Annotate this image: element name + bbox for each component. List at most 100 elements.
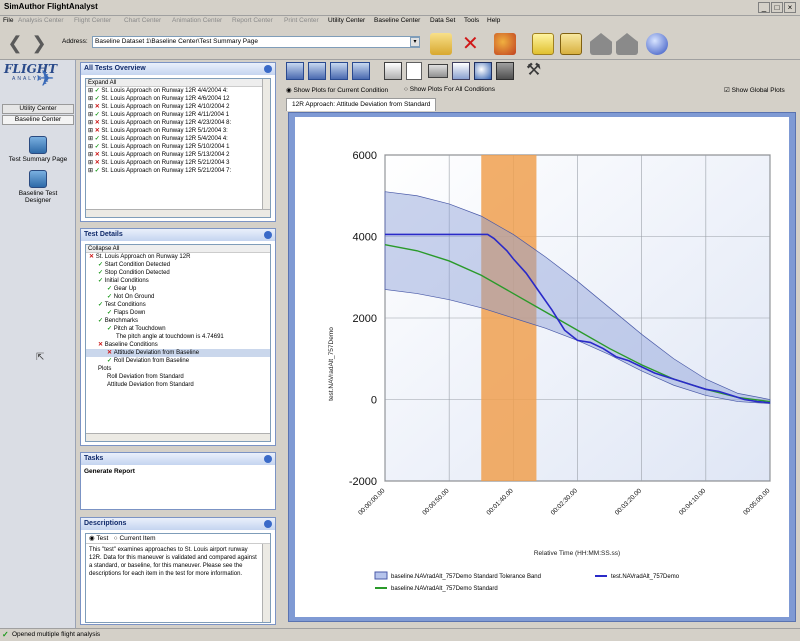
expand-icon[interactable]: ⊞ (88, 96, 95, 102)
menu-data-set[interactable]: Data Set (430, 17, 455, 24)
nav-tab-utility-center[interactable]: Utility Center (2, 104, 74, 114)
tab-attitude-deviation[interactable]: 12R Approach: Attitude Deviation from St… (286, 98, 437, 111)
altitude-chart[interactable]: 6000 4000 2000 0 -2000 00:00:00.00 00:00:50.0… (295, 117, 789, 617)
menu-file[interactable]: File (3, 17, 13, 24)
checkbox-global-plots[interactable]: ☑ Show Global Plots (724, 86, 785, 94)
zoom-in-icon[interactable] (286, 62, 304, 80)
test-list-item[interactable]: ⊞ ✓ St. Louis Approach on Runway 12R 4/4… (86, 87, 270, 95)
detail-tree-item[interactable]: ✕ St. Louis Approach on Runway 12R (86, 253, 270, 261)
close-button[interactable]: × (784, 2, 796, 13)
print-icon[interactable] (428, 64, 448, 78)
detail-tree-item[interactable]: ✓ Pitch at Touchdown (86, 325, 270, 333)
save-disk-icon[interactable] (384, 62, 402, 80)
forward-arrow-icon[interactable]: ❯ (30, 33, 48, 53)
expand-icon[interactable]: ⊞ (88, 152, 95, 158)
detail-tree-item[interactable]: ✓ Test Conditions (86, 301, 270, 309)
menu-utility-center[interactable]: Utility Center (328, 17, 365, 24)
test-list-item[interactable]: ⊞ ✕ St. Louis Approach on Runway 12R 5/1… (86, 127, 270, 135)
radio-plots-current[interactable]: ◉ Show Plots for Current Condition (286, 86, 388, 94)
menu-help[interactable]: Help (487, 17, 500, 24)
expand-icon[interactable]: ⊞ (88, 88, 95, 94)
detail-tree-item[interactable]: ✓ Flaps Down (86, 309, 270, 317)
menu-animation-center[interactable]: Animation Center (172, 17, 222, 24)
nav-tab-baseline-center[interactable]: Baseline Center (2, 115, 74, 125)
all-tests-hscroll[interactable] (86, 209, 270, 217)
detail-tree-item[interactable]: ✓ Roll Deviation from Baseline (86, 357, 270, 365)
detail-tree-item[interactable]: Roll Deviation from Standard (86, 373, 270, 381)
menu-flight-center[interactable]: Flight Center (74, 17, 111, 24)
collapse-all-button[interactable]: Collapse All (86, 245, 270, 253)
home-alt-icon[interactable] (616, 33, 638, 55)
test-list-item[interactable]: ⊞ ✓ St. Louis Approach on Runway 12R 5/1… (86, 143, 270, 151)
expand-icon[interactable]: ⊞ (88, 104, 95, 110)
expand-icon[interactable]: ⊞ (88, 168, 95, 174)
search-icon[interactable] (474, 62, 492, 80)
menu-baseline-center[interactable]: Baseline Center (374, 17, 420, 24)
detail-tree-item[interactable]: ✓ Stop Condition Detected (86, 269, 270, 277)
menu-analysis-center[interactable]: Analysis Center (18, 17, 64, 24)
menu-report-center[interactable]: Report Center (232, 17, 273, 24)
expand-icon[interactable]: ⊞ (88, 128, 95, 134)
back-arrow-icon[interactable]: ❮ (6, 33, 24, 53)
zoom-out-icon[interactable] (308, 62, 326, 80)
test-details-hscroll[interactable] (86, 433, 270, 441)
analysis-icon[interactable] (496, 62, 514, 80)
home-icon[interactable] (590, 33, 612, 55)
detail-tree-item[interactable]: ✓ Gear Up (86, 285, 270, 293)
expand-icon[interactable]: ⊞ (88, 160, 95, 166)
collapse-icon[interactable] (264, 455, 272, 463)
notes-icon[interactable] (532, 33, 554, 55)
nav-item-test-summary[interactable]: Test Summary Page (2, 136, 74, 163)
detail-tree-item[interactable]: The pitch angle at touchdown is 4.74691 (86, 333, 270, 341)
detail-tree-item[interactable]: Plots (86, 365, 270, 373)
address-input[interactable]: Baseline Dataset 1\Baseline Center\Test … (92, 36, 420, 48)
users-icon[interactable] (494, 33, 516, 55)
test-list-item[interactable]: ⊞ ✓ St. Louis Approach on Runway 12R 5/4… (86, 135, 270, 143)
detail-tree-item[interactable]: ✓ Start Condition Detected (86, 261, 270, 269)
test-list-item[interactable]: ⊞ ✕ St. Louis Approach on Runway 12R 4/1… (86, 103, 270, 111)
menu-chart-center[interactable]: Chart Center (124, 17, 161, 24)
descriptions-vscroll[interactable] (262, 544, 270, 622)
radio-test[interactable]: ◉ Test (89, 535, 108, 542)
maximize-button[interactable]: □ (771, 2, 783, 13)
tools-icon[interactable]: ⚒ (526, 60, 541, 80)
zoom-fit-icon[interactable] (352, 62, 370, 80)
check-icon: ✓ (98, 302, 105, 308)
delete-x-icon[interactable]: ✕ (462, 34, 479, 54)
task-generate-report[interactable]: Generate Report (81, 465, 275, 478)
expand-icon[interactable]: ⊞ (88, 120, 95, 126)
presentation-icon[interactable] (560, 33, 582, 55)
properties-icon[interactable] (452, 62, 470, 80)
test-list-item[interactable]: ⊞ ✕ St. Louis Approach on Runway 12R 5/2… (86, 159, 270, 167)
detail-tree-item[interactable]: ✓ Benchmarks (86, 317, 270, 325)
test-list-item[interactable]: ⊞ ✓ St. Louis Approach on Runway 12R 5/2… (86, 167, 270, 175)
detail-tree-item[interactable]: ✓ Not On Ground (86, 293, 270, 301)
collapse-icon[interactable] (264, 231, 272, 239)
detail-tree-item[interactable]: ✕ Attitude Deviation from Baseline (86, 349, 270, 357)
globe-icon[interactable] (646, 33, 668, 55)
detail-tree-item[interactable]: ✓ Initial Conditions (86, 277, 270, 285)
menu-tools[interactable]: Tools (464, 17, 479, 24)
test-list-item[interactable]: ⊞ ✕ St. Louis Approach on Runway 12R 4/2… (86, 119, 270, 127)
expand-all-button[interactable]: Expand All (86, 79, 270, 87)
collapse-icon[interactable] (264, 520, 272, 528)
expand-icon[interactable]: ⊞ (88, 144, 95, 150)
radio-plots-all[interactable]: ○ Show Plots For All Conditions (404, 86, 495, 93)
expand-icon[interactable]: ⊞ (88, 136, 95, 142)
detail-tree-item[interactable]: ✕ Baseline Conditions (86, 341, 270, 349)
minimize-button[interactable]: _ (758, 2, 770, 13)
radio-current-item[interactable]: ○ Current Item (114, 535, 156, 542)
detail-tree-item[interactable]: Attitude Deviation from Standard (86, 381, 270, 389)
address-dropdown-button[interactable]: ▾ (410, 37, 420, 47)
folder-icon[interactable] (430, 33, 452, 55)
collapse-icon[interactable] (264, 65, 272, 73)
test-list-item[interactable]: ⊞ ✓ St. Louis Approach on Runway 12R 4/6… (86, 95, 270, 103)
zoom-extents-icon[interactable] (330, 62, 348, 80)
test-list-item[interactable]: ⊞ ✕ St. Louis Approach on Runway 12R 5/1… (86, 151, 270, 159)
nav-item-baseline-designer[interactable]: Baseline Test Designer (2, 170, 74, 204)
document-icon[interactable] (406, 62, 422, 80)
all-tests-vscroll[interactable] (262, 79, 270, 217)
expand-icon[interactable]: ⊞ (88, 112, 95, 118)
menu-print-center[interactable]: Print Center (284, 17, 319, 24)
test-list-item[interactable]: ⊞ ✓ St. Louis Approach on Runway 12R 4/1… (86, 111, 270, 119)
